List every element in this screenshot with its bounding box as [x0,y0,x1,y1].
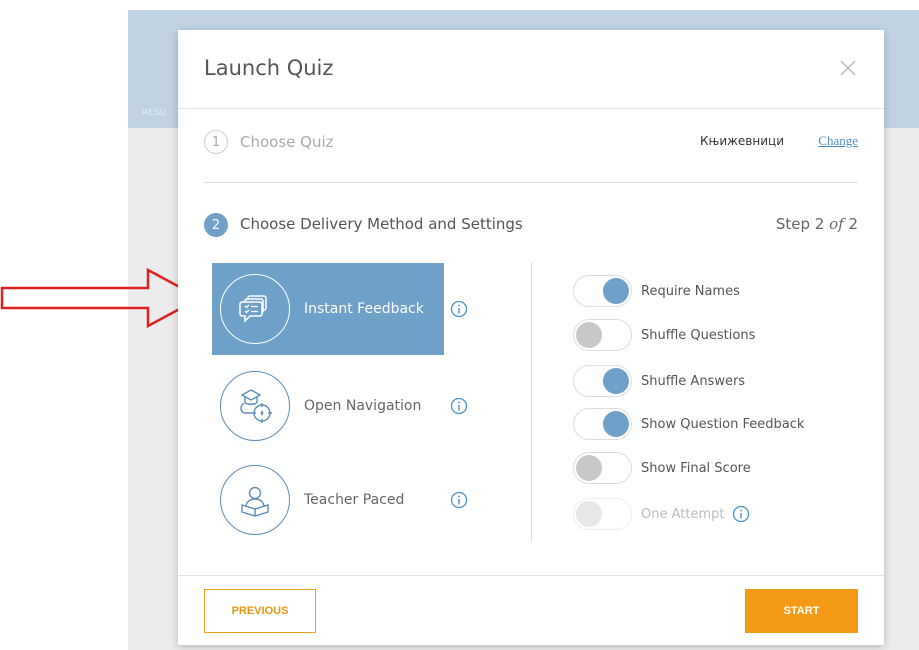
setting-shuffle-answers: Shuffle Answers [573,365,745,397]
info-icon[interactable] [732,505,750,523]
delivery-method-open-navigation[interactable]: Open Navigation [212,360,444,452]
change-quiz-link[interactable]: Change [818,133,858,149]
setting-one-attempt: One Attempt [573,498,750,530]
step2-label: Choose Delivery Method and Settings [240,215,523,233]
info-icon[interactable] [450,397,468,415]
step-divider [204,182,858,183]
delivery-method-instant-feedback[interactable]: Instant Feedback [212,263,444,355]
close-icon[interactable] [838,58,858,78]
open-navigation-icon-ring [220,371,290,441]
instant-feedback-label: Instant Feedback [304,301,424,317]
shuffle-questions-label: Shuffle Questions [641,327,756,343]
step1-label: Choose Quiz [240,133,334,151]
footer-divider [178,575,884,576]
setting-show-final-score: Show Final Score [573,452,751,484]
require-names-toggle[interactable] [573,275,632,307]
toggle-knob [576,455,602,481]
column-divider [531,262,532,542]
show-final-score-label: Show Final Score [641,460,751,476]
toggle-knob [576,501,602,527]
toggle-knob [603,368,629,394]
shuffle-questions-toggle[interactable] [573,319,632,351]
toggle-knob [603,411,629,437]
delivery-method-teacher-paced[interactable]: Teacher Paced [212,454,444,546]
setting-shuffle-questions: Shuffle Questions [573,319,755,351]
background-tab: RESU [142,108,167,117]
teacher-paced-icon-ring [220,465,290,535]
toggle-knob [603,278,629,304]
selected-quiz-name: Књижевници [700,134,784,148]
step-counter: Step 2 of 2 [775,215,858,233]
teacher-book-icon [241,486,269,517]
open-navigation-label: Open Navigation [304,398,422,414]
shuffle-answers-label: Shuffle Answers [641,373,746,389]
show-question-feedback-toggle[interactable] [573,408,632,440]
require-names-label: Require Names [641,283,740,299]
annotation-arrow-icon [0,267,203,329]
toggle-knob [576,322,602,348]
header-divider [178,108,884,109]
setting-require-names: Require Names [573,275,740,307]
step2-number-badge: 2 [204,213,228,237]
one-attempt-toggle [573,498,632,530]
instant-feedback-icon-ring [220,274,290,344]
navigation-compass-icon [240,389,272,423]
one-attempt-label: One Attempt [641,506,725,522]
start-button[interactable]: START [745,589,858,633]
info-icon[interactable] [450,300,468,318]
show-question-feedback-label: Show Question Feedback [641,416,805,432]
previous-button[interactable]: PREVIOUS [204,589,316,633]
show-final-score-toggle[interactable] [573,452,632,484]
shuffle-answers-toggle[interactable] [573,365,632,397]
info-icon[interactable] [450,491,468,509]
teacher-paced-label: Teacher Paced [304,492,405,508]
feedback-cards-icon [239,295,267,323]
launch-quiz-modal: Launch Quiz 1 Choose Quiz Књижевници Cha… [178,30,884,645]
modal-title: Launch Quiz [204,56,334,80]
step1-number-badge: 1 [204,130,228,154]
setting-show-question-feedback: Show Question Feedback [573,408,804,440]
